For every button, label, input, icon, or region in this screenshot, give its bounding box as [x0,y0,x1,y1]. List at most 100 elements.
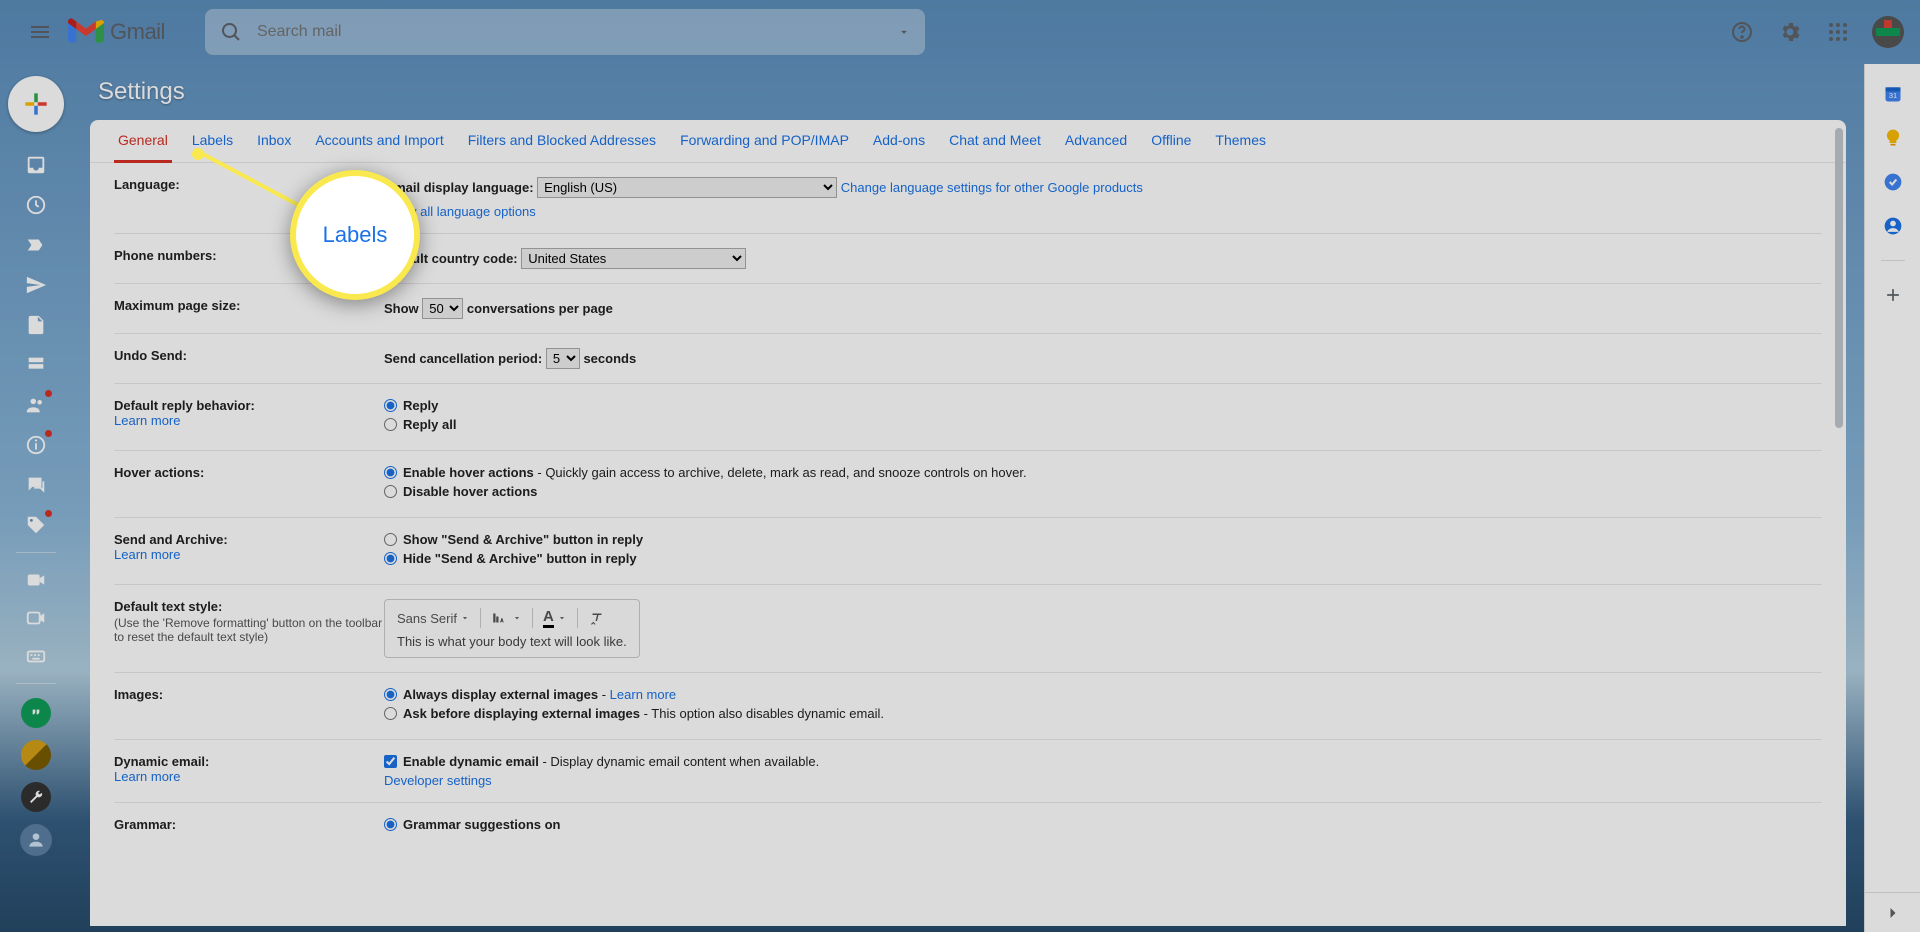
scrollbar[interactable] [1835,128,1843,428]
text-color-dropdown[interactable]: A [543,608,567,628]
remove-formatting-button[interactable] [588,609,606,627]
hangouts-contact-2[interactable] [21,782,51,812]
tab-general[interactable]: General [114,120,172,163]
tasks-addon-icon[interactable] [1883,172,1903,192]
nav-sent[interactable] [23,272,49,298]
hover-enable-radio[interactable] [384,466,397,479]
nav-forums[interactable] [23,472,49,498]
gear-icon [1778,20,1802,44]
tab-accounts[interactable]: Accounts and Import [311,120,447,162]
meet-join[interactable] [23,605,49,631]
hangouts-status[interactable] [21,698,51,728]
main-menu-button[interactable] [16,8,64,56]
chevron-down-icon [512,613,522,623]
hangouts-contact-1[interactable] [21,740,51,770]
hover-disable-radio[interactable] [384,485,397,498]
wrench-icon [28,789,44,805]
account-avatar[interactable] [1872,16,1904,48]
label-archive: Send and Archive: [114,532,228,547]
keyboard-shortcut[interactable] [23,643,49,669]
side-panel-toggle[interactable] [1865,892,1920,932]
reply-learn-more[interactable]: Learn more [114,413,180,428]
nav-snoozed[interactable] [23,192,49,218]
images-always-label: Always display external images [403,687,598,702]
compose-button[interactable] [8,76,64,132]
nav-promotions[interactable] [23,512,49,538]
text-style-preview: This is what your body text will look li… [397,634,627,649]
row-undo-send: Undo Send: Send cancellation period: 5 s… [114,334,1822,384]
important-icon [25,234,47,256]
nav-categories[interactable] [23,352,49,378]
label-page-size: Maximum page size: [114,298,240,313]
language-field-label: Gmail display language: [384,180,534,195]
images-ask-radio[interactable] [384,707,397,720]
nav-updates[interactable] [23,432,49,458]
search-options-icon[interactable] [897,25,911,39]
tab-forwarding[interactable]: Forwarding and POP/IMAP [676,120,853,162]
drafts-icon [25,314,47,336]
page-size-suffix: conversations per page [467,301,613,316]
grammar-on-radio[interactable] [384,818,397,831]
meet-new[interactable] [23,567,49,593]
tab-inbox[interactable]: Inbox [253,120,295,162]
archive-learn-more[interactable]: Learn more [114,547,180,562]
tab-chat[interactable]: Chat and Meet [945,120,1045,162]
keep-addon-icon[interactable] [1883,128,1903,148]
nav-social[interactable] [23,392,49,418]
change-language-link[interactable]: Change language settings for other Googl… [841,180,1143,195]
nav-inbox[interactable] [23,152,49,178]
archive-show-radio[interactable] [384,533,397,546]
dynamic-learn-more[interactable]: Learn more [114,769,180,784]
gmail-logo[interactable]: Gmail [68,18,165,46]
tab-offline[interactable]: Offline [1147,120,1195,162]
settings-button[interactable] [1770,12,1810,52]
contacts-addon-icon[interactable] [1883,216,1903,236]
archive-hide-radio[interactable] [384,552,397,565]
nav-divider [16,552,56,553]
support-button[interactable] [1722,12,1762,52]
apps-button[interactable] [1818,12,1858,52]
hover-disable-label: Disable hover actions [403,484,537,499]
forums-icon [25,474,47,496]
search-input[interactable] [243,23,897,41]
dynamic-enable-label: Enable dynamic email [403,754,539,769]
header-actions [1722,12,1904,52]
developer-settings-link[interactable]: Developer settings [384,773,492,788]
language-select[interactable]: English (US) [537,177,837,198]
stack-icon [25,354,47,376]
hangouts-user-avatar[interactable] [20,824,52,856]
tab-filters[interactable]: Filters and Blocked Addresses [464,120,660,162]
label-grammar: Grammar: [114,817,176,832]
images-learn-more[interactable]: Learn more [610,687,676,702]
hamburger-icon [28,20,52,44]
nav-important[interactable] [23,232,49,258]
tab-addons[interactable]: Add-ons [869,120,929,162]
label-textstyle: Default text style: [114,599,222,614]
images-always-radio[interactable] [384,688,397,701]
font-family-dropdown[interactable]: Sans Serif [397,611,470,626]
search-icon [219,20,243,44]
tag-icon [25,514,47,536]
search-bar[interactable] [205,9,925,55]
calendar-addon-icon[interactable]: 31 [1883,84,1903,104]
tab-themes[interactable]: Themes [1211,120,1270,162]
video-join-icon [25,607,47,629]
undo-period-select[interactable]: 5 [546,348,580,369]
page-size-select[interactable]: 50 [422,298,463,319]
svg-text:31: 31 [1888,91,1896,100]
reply-all-radio[interactable] [384,418,397,431]
clear-format-icon [588,609,606,627]
inbox-icon [25,154,47,176]
reply-single-radio[interactable] [384,399,397,412]
tab-advanced[interactable]: Advanced [1061,120,1131,162]
get-addons-icon[interactable] [1883,285,1903,305]
clock-icon [25,194,47,216]
dynamic-enable-checkbox[interactable] [384,755,397,768]
apps-grid-icon [1826,20,1850,44]
row-default-reply: Default reply behavior: Learn more Reply… [114,384,1822,451]
label-reply: Default reply behavior: [114,398,255,413]
country-code-select[interactable]: United States [521,248,746,269]
font-size-dropdown[interactable] [491,609,522,627]
settings-tabs: General Labels Inbox Accounts and Import… [90,120,1846,163]
nav-drafts[interactable] [23,312,49,338]
